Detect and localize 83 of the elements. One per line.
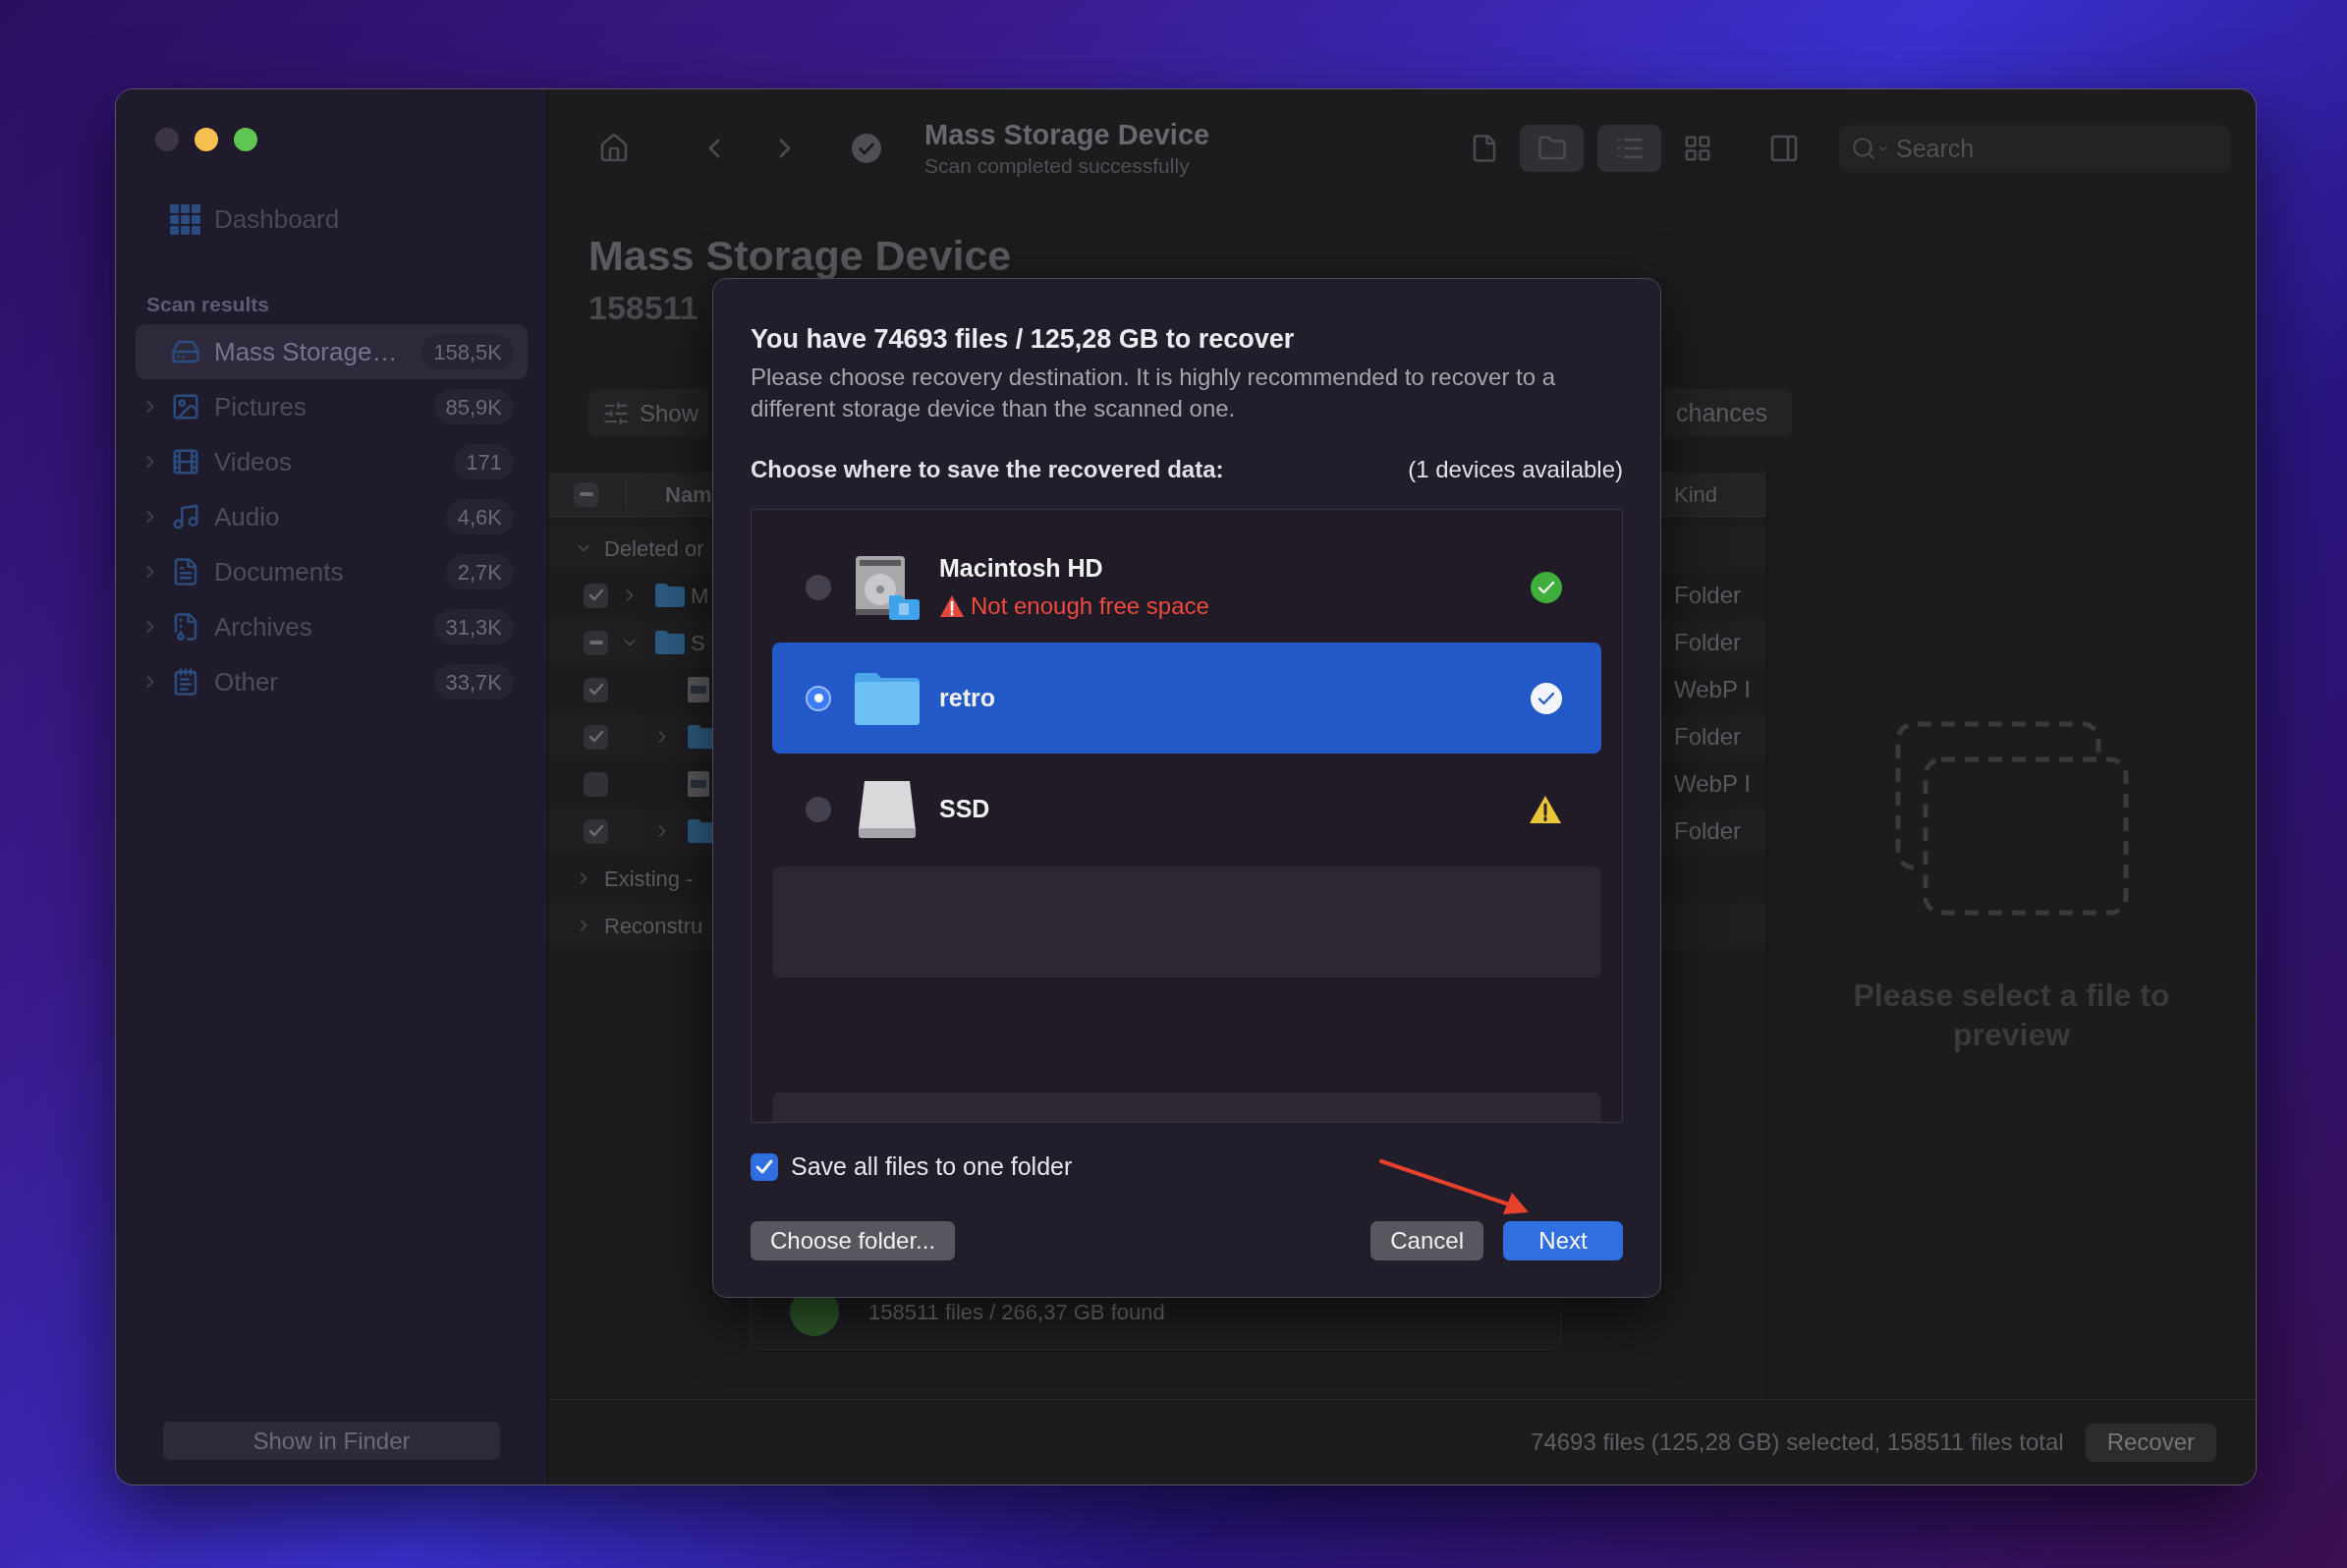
show-in-finder-button[interactable]: Show in Finder — [163, 1422, 500, 1460]
grid-icon — [170, 203, 200, 235]
checkmark-icon — [587, 730, 604, 744]
count-badge: 2,7K — [445, 554, 514, 589]
checkbox-label: Save all files to one folder — [791, 1151, 1073, 1182]
external-drive-icon — [857, 778, 918, 840]
radio-button[interactable] — [806, 574, 831, 600]
destination-name: retro — [939, 682, 996, 713]
devices-count: (1 devices available) — [1408, 455, 1623, 484]
image-file-icon — [688, 771, 709, 797]
count-badge: 4,6K — [445, 499, 514, 534]
panel-icon[interactable] — [1768, 133, 1800, 164]
image-icon — [171, 392, 200, 421]
home-icon[interactable] — [598, 133, 630, 164]
checkbox[interactable] — [584, 630, 608, 655]
kind-cell-text: Folder — [1673, 581, 1742, 610]
recover-button[interactable]: Recover — [2085, 1423, 2216, 1462]
result-text: 158511 files / 266,37 GB found — [868, 1301, 1165, 1324]
dialog-title: You have 74693 files / 125,28 GB to recover — [751, 323, 1296, 356]
warning-icon — [939, 594, 965, 619]
checkbox[interactable] — [751, 1152, 778, 1181]
count-badge: 158,5K — [421, 334, 514, 369]
section-heading: Scan results — [146, 292, 269, 318]
destination-row[interactable]: retro — [772, 643, 1601, 754]
warning-text: Not enough free space — [971, 591, 1209, 622]
destination-prompt: Choose where to save the recovered data: — [751, 455, 1224, 484]
destination-row[interactable]: SSD — [772, 754, 1601, 865]
dialog-description: Please choose recovery destination. It is highly recommended to recover to a different storage device than the scanned one. — [751, 363, 1557, 423]
count-badge: 33,7K — [433, 664, 514, 700]
checkbox[interactable] — [584, 771, 608, 797]
column-header[interactable]: Kind — [1661, 477, 1718, 511]
secondary-button[interactable]: Cancel — [1370, 1220, 1483, 1260]
destination-row[interactable]: Macintosh HD Not enough free space — [772, 532, 1601, 643]
music-note-icon — [171, 502, 200, 532]
view-toggle-button[interactable] — [1597, 125, 1661, 172]
search-icon — [1851, 136, 1890, 161]
file-name: M — [691, 582, 709, 610]
checkmark-icon — [587, 824, 604, 838]
selection-summary: 74693 files (125,28 GB) selected, 158511 files total — [1531, 1428, 2064, 1457]
checkbox[interactable] — [574, 481, 598, 507]
secondary-button[interactable]: Choose folder... — [751, 1220, 956, 1260]
filter-button[interactable]: chances — [1664, 389, 1792, 437]
checkmark-icon — [755, 1158, 773, 1175]
checkbox[interactable] — [584, 677, 608, 702]
count-badge: 171 — [454, 444, 514, 479]
view-toggle-button[interactable] — [1520, 125, 1584, 172]
sidebar-item[interactable]: Mass Storage… 158,5K — [136, 324, 528, 379]
destination-name: Macintosh HD — [939, 552, 1104, 584]
dash-icon — [579, 492, 593, 496]
kind-cell-text: WebP I — [1673, 675, 1751, 704]
count-badge: 31,3K — [433, 609, 514, 644]
count-badge: 85,9K — [433, 389, 514, 424]
checkmark-icon — [587, 683, 604, 697]
toolbar-title: Mass Storage Device — [924, 118, 1210, 152]
preview-placeholder-icon — [1893, 720, 2130, 917]
dash-icon — [588, 641, 603, 644]
kind-cell-text: Folder — [1673, 816, 1742, 846]
window-control-button[interactable] — [234, 128, 257, 151]
column-header[interactable]: Nam — [665, 477, 712, 511]
kind-cell-text: Folder — [1673, 628, 1742, 657]
checkmark-icon — [587, 588, 604, 602]
radio-button[interactable] — [806, 685, 831, 711]
image-file-icon — [688, 677, 709, 702]
destination-name: SSD — [939, 793, 991, 824]
hard-disk-icon — [854, 553, 921, 621]
folder-icon — [655, 631, 685, 654]
radio-button[interactable] — [806, 796, 831, 822]
checkbox[interactable] — [584, 818, 608, 844]
kind-cell-text: Folder — [1673, 722, 1742, 752]
window-control-button[interactable] — [195, 128, 218, 151]
film-icon — [171, 447, 200, 476]
folder-icon — [655, 584, 685, 607]
checkbox[interactable] — [584, 583, 608, 608]
group-row[interactable]: Existing - — [574, 862, 694, 895]
primary-button[interactable]: Next — [1503, 1220, 1623, 1260]
check-circle-icon — [852, 134, 881, 163]
checkbox[interactable] — [584, 724, 608, 750]
filter-button[interactable]: Show — [588, 389, 708, 437]
kind-cell-text: WebP I — [1673, 769, 1751, 799]
group-row[interactable]: Reconstru — [574, 909, 703, 942]
page-title: Mass Storage Device — [588, 231, 1013, 281]
sliders-icon — [602, 399, 630, 427]
folder-icon — [855, 671, 920, 725]
